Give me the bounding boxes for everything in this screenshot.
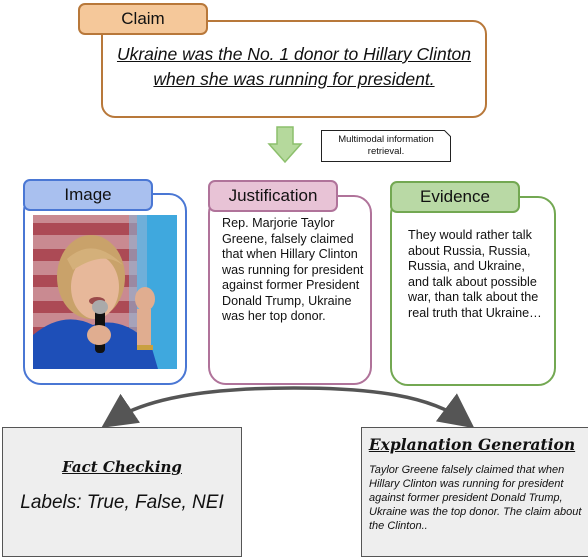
justification-text: Rep. Marjorie Taylor Greene, falsely cla…	[222, 216, 364, 323]
claim-tab-label: Claim	[121, 9, 165, 28]
evidence-tab: Evidence	[390, 181, 520, 213]
image-tab-label: Image	[64, 185, 112, 204]
evidence-text: They would rather talk about Russia, Rus…	[408, 228, 542, 320]
justification-tab-label: Justification	[228, 186, 318, 205]
claim-text: Ukraine was the No. 1 donor to Hillary C…	[116, 44, 472, 89]
claim-tab: Claim	[78, 3, 208, 35]
arrow-to-fact-checking	[101, 386, 295, 428]
explanation-generation-text: Taylor Greene falsely claimed that when …	[369, 464, 582, 532]
evidence-tab-label: Evidence	[420, 187, 490, 206]
claim-image	[33, 215, 177, 369]
fact-checking-title: Fact Checking	[62, 458, 182, 476]
photo-illustration	[33, 215, 177, 369]
arrow-to-explanation	[293, 386, 475, 429]
explanation-generation-title: Explanation Generation	[368, 435, 576, 454]
justification-tab: Justification	[208, 180, 338, 212]
fact-checking-labels: Labels: True, False, NEI	[20, 492, 224, 513]
retrieval-note: Multimodal information retrieval.	[338, 134, 434, 157]
image-tab: Image	[23, 179, 153, 211]
down-arrow-icon	[267, 126, 303, 164]
